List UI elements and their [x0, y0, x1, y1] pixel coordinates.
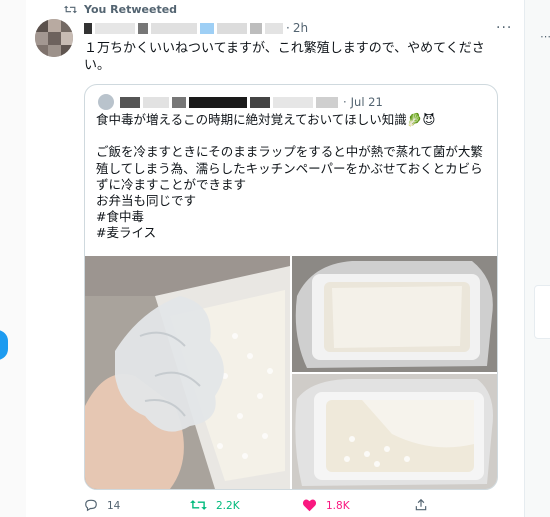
- redacted-handle: [316, 96, 338, 108]
- tweet-actions: 14 2.2K 1.8K: [84, 497, 504, 515]
- tweet-text: １万ちかくいいねついてますが、これ繁殖しますので、やめてください。: [84, 41, 485, 73]
- redacted-name: [151, 22, 197, 34]
- retweet-icon: [190, 498, 207, 515]
- quoted-avatar: [98, 94, 114, 110]
- right-sidebar-glyph: ⋯: [540, 30, 550, 43]
- quoted-tweet-header: · Jul 21: [98, 94, 383, 110]
- redacted-handle: [250, 22, 262, 34]
- quoted-tweet-date: Jul 21: [350, 95, 383, 109]
- retweet-button[interactable]: 2.2K: [190, 497, 240, 515]
- redacted-handle: [265, 22, 283, 34]
- reply-button[interactable]: 14: [84, 497, 120, 515]
- quoted-tweet-media[interactable]: [85, 256, 497, 489]
- redacted-badge: [200, 22, 214, 34]
- redacted-handle: [273, 96, 313, 108]
- redacted-handle: [217, 22, 247, 34]
- quoted-tweet-text: 食中毒が増えるこの時期に絶対覚えておいてほしい知識🥬😈 ご飯を冷ますときにそのま…: [96, 112, 483, 241]
- redacted-name: [138, 22, 148, 34]
- like-count: 1.8K: [326, 500, 350, 512]
- retweet-header: You Retweeted: [64, 1, 177, 17]
- right-sidebar-edge: [524, 0, 550, 517]
- like-button[interactable]: 1.8K: [302, 497, 350, 515]
- dot-separator: ·: [286, 21, 290, 35]
- redacted-name: [120, 96, 140, 108]
- retweet-count: 2.2K: [216, 500, 240, 512]
- share-icon: [414, 498, 428, 515]
- redacted-name: [189, 96, 247, 108]
- redacted-name: [95, 22, 135, 34]
- tweet-time[interactable]: 2h: [293, 21, 308, 35]
- avatar[interactable]: [35, 19, 73, 57]
- reply-count: 14: [107, 500, 121, 512]
- media-image-hand-paper[interactable]: [85, 256, 290, 489]
- redacted-handle: [250, 96, 270, 108]
- dot-separator: ·: [343, 95, 347, 109]
- tweet-header: · 2h: [84, 20, 308, 36]
- redacted-name: [172, 96, 186, 108]
- retweet-label: You Retweeted: [84, 2, 178, 16]
- column-divider: [524, 0, 525, 517]
- media-image-rice-tray[interactable]: [292, 374, 497, 489]
- right-sidebar-card: [534, 285, 550, 339]
- redacted-name: [84, 22, 92, 34]
- redacted-name: [143, 96, 169, 108]
- left-sidebar-edge: [0, 0, 26, 517]
- quoted-tweet-card[interactable]: · Jul 21 食中毒が増えるこの時期に絶対覚えておいてほしい知識🥬😈 ご飯を…: [84, 84, 498, 490]
- heart-icon: [302, 498, 317, 515]
- more-options-icon[interactable]: ···: [496, 20, 512, 36]
- share-button[interactable]: [414, 497, 428, 515]
- media-image-covered-tray[interactable]: [292, 256, 497, 372]
- reply-icon: [84, 498, 98, 515]
- retweet-icon: [64, 0, 77, 19]
